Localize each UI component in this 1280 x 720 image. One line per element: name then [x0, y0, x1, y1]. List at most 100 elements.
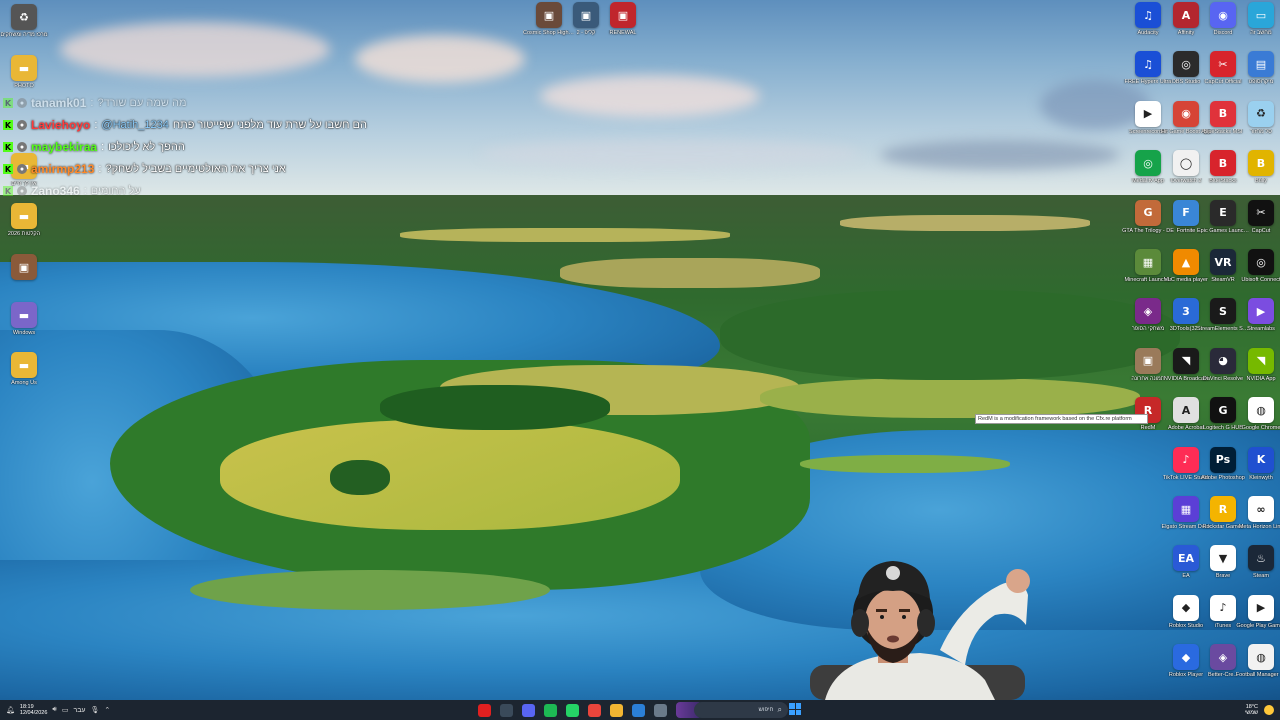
desktop-icon[interactable]: ◥ NVIDIA App: [1237, 347, 1280, 383]
wallpaper-field: [840, 215, 1090, 231]
game-icon: ◈: [1135, 298, 1161, 325]
subscriber-badge-icon: ●: [17, 164, 27, 174]
system-tray: 🔔︎ 18:19 12/04/2026 🔊︎ ▭ עבר 🎙︎ ⌃: [6, 700, 110, 720]
logitech-icon: G: [1210, 397, 1236, 424]
itunes-icon: ♪: [1210, 594, 1236, 621]
kick-logo-icon: K: [3, 186, 13, 196]
desktop-icon[interactable]: ▣ RENEWAL: [599, 2, 647, 37]
volume-icon[interactable]: 🔊︎: [52, 706, 56, 714]
network-icon[interactable]: ▭: [62, 706, 69, 714]
wallpaper-field: [220, 420, 680, 530]
game-icon: ◈: [1210, 644, 1236, 671]
chevron-up-icon[interactable]: ⌃: [104, 706, 110, 714]
taskbar-search[interactable]: חיפוש ⌕: [694, 702, 788, 718]
desktop-icon[interactable]: ▬ Windows: [0, 302, 48, 337]
taskbar-clock[interactable]: 18:19 12/04/2026: [20, 704, 48, 716]
desktop-icon[interactable]: ▶ Streamlabs: [1237, 298, 1280, 333]
meta-icon: ∞: [1248, 496, 1274, 522]
desktop-icon[interactable]: ♻ מרכז מדיה ומשחקים: [0, 4, 48, 39]
affinity-icon: A: [1173, 2, 1199, 28]
chat-username: tanamk01: [31, 96, 87, 110]
chat-separator: :: [94, 119, 98, 131]
desktop-icon[interactable]: ◎ Ubisoft Connect: [1237, 249, 1280, 284]
store-icon: ▤: [1248, 51, 1274, 78]
folder-icon: ▬: [11, 302, 37, 328]
icon-label: Bully: [1255, 178, 1267, 185]
icon-label: PHOTO: [14, 83, 34, 89]
desktop-icon[interactable]: ◍ Google Chrome: [1237, 397, 1280, 432]
desktop-icon[interactable]: ♨ Steam: [1237, 545, 1280, 580]
taskbar: 🔔︎ 18:19 12/04/2026 🔊︎ ▭ עבר 🎙︎ ⌃ חיפוש …: [0, 700, 1280, 720]
chat-separator: :: [101, 141, 105, 153]
bluestacks-icon: B: [1210, 150, 1236, 177]
icon-label: Football Manager 26: [1235, 672, 1280, 679]
red-circle-icon[interactable]: [478, 703, 491, 717]
spotify-icon[interactable]: [544, 703, 557, 717]
nvidia-icon: ◥: [1248, 347, 1274, 374]
tools-icon: 3: [1173, 298, 1199, 325]
steamvr-icon: VR: [1210, 249, 1236, 275]
desktop-icon[interactable]: ▤ מיקרוסופט: [1237, 51, 1280, 86]
search-icon: ⌕: [777, 705, 782, 714]
minecraft-icon: ▦: [1135, 249, 1161, 275]
chrome-icon[interactable]: [588, 703, 601, 717]
taskbar-apps: [478, 700, 667, 720]
chat-message: K ● Laviehoyo: @Hatih_1234 הם חשבו על שרת עו…: [0, 114, 400, 136]
desktop-icon[interactable]: K Kleinwyth: [1237, 446, 1280, 482]
app-icon[interactable]: [654, 703, 667, 717]
wallpaper-forest: [330, 460, 390, 495]
desktop-icon[interactable]: ∞ Meta Horizon Link: [1237, 496, 1280, 531]
fortnite-icon: F: [1173, 199, 1199, 226]
webcam-overlay: [790, 555, 1050, 700]
subscriber-badge-icon: ●: [17, 98, 27, 108]
discord-icon[interactable]: [522, 703, 535, 717]
icon-label: Google Chrome: [1241, 425, 1280, 432]
start-button[interactable]: [789, 703, 801, 715]
icon-label: Google Play Games: [1236, 622, 1280, 629]
explorer-icon[interactable]: [610, 703, 623, 717]
roblox-icon: ◆: [1173, 594, 1199, 621]
desktop-icon[interactable]: ▭ מחשב זה: [1237, 2, 1280, 37]
kick-logo-icon: K: [3, 164, 13, 174]
roblox-icon: ◆: [1173, 644, 1199, 671]
weather-widget[interactable]: 18°C שמשי: [1245, 700, 1274, 720]
recycle-bin-icon: ♻: [1248, 100, 1274, 127]
sun-icon: [1264, 705, 1274, 715]
k-icon: K: [1248, 446, 1274, 473]
desktop-icon[interactable]: ✂ CapCut: [1237, 199, 1280, 235]
icon-label: Meta Horizon Link: [1238, 524, 1280, 530]
chat-text: על החומים: [90, 185, 141, 197]
streamer-figure: [810, 561, 1030, 700]
bully-icon: B: [1248, 150, 1274, 177]
language-indicator[interactable]: עבר: [73, 707, 85, 714]
icon-label: Streamlabs: [1247, 326, 1275, 333]
epic-icon: E: [1210, 199, 1236, 226]
icon-label: CapCut: [1251, 227, 1271, 234]
chat-message: K ● tanamk01: ?מה שמה עם שורד: [0, 92, 400, 114]
wallpaper-cloud: [540, 75, 760, 117]
desktop-icon[interactable]: ▣: [0, 254, 48, 282]
desktop-icon[interactable]: ▬ Among Us: [0, 352, 48, 387]
chat-username: Zano346: [31, 184, 80, 198]
desktop-icon[interactable]: B Bully: [1237, 150, 1280, 185]
stream-chat-overlay: K ● tanamk01: ?מה שמה עם שורד K ● Laviehoyo: @H…: [0, 92, 400, 202]
whatsapp-icon[interactable]: [566, 703, 579, 717]
vlc-icon: ▲: [1173, 249, 1199, 275]
wallpaper-field: [800, 455, 1010, 473]
desktop-icon[interactable]: ▬ הקלטות 2026: [0, 203, 48, 238]
play-icon: ▶: [1135, 100, 1161, 127]
notification-bell-icon[interactable]: 🔔︎: [6, 706, 15, 714]
microphone-icon[interactable]: 🎙︎: [90, 706, 99, 714]
folder-icon: ▬: [11, 352, 37, 378]
photo-icon: ▣: [1135, 347, 1161, 374]
photos-icon[interactable]: [632, 703, 645, 717]
desktop-icon[interactable]: ▬ PHOTO: [0, 55, 48, 90]
chrome-icon: ◍: [1248, 397, 1274, 424]
icon-label: RENEWAL: [609, 30, 637, 36]
desktop-icon[interactable]: ◍Football Manager 26: [1235, 644, 1280, 679]
chat-separator: :: [98, 163, 102, 175]
overwatch-icon: ◯: [1173, 150, 1199, 177]
desktop-icon[interactable]: ▶Google Play Games: [1236, 594, 1280, 630]
network-icon[interactable]: [500, 703, 513, 717]
desktop-icon[interactable]: ♻ סל מחזור: [1237, 100, 1280, 136]
